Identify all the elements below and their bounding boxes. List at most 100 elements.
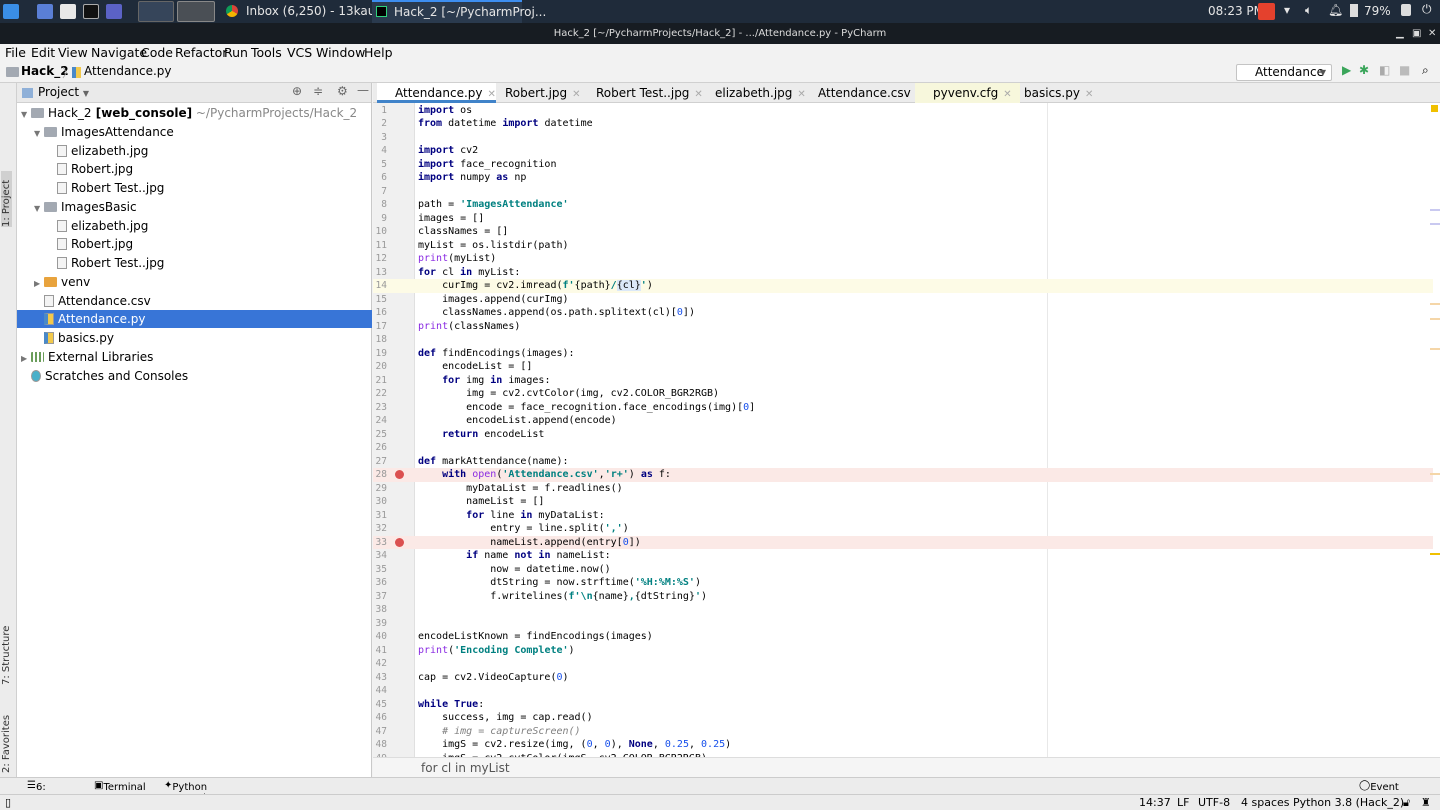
code-line[interactable]: 26 — [373, 441, 1433, 455]
code-line[interactable]: 43 cap = cv2.VideoCapture(0) — [373, 671, 1433, 685]
line-number[interactable]: 43 — [373, 671, 387, 685]
code-line[interactable]: 29 myDataList = f.readlines() — [373, 482, 1433, 496]
collapse-arrow-icon[interactable]: ▼ — [34, 125, 44, 143]
tree-item-robert-jpg[interactable]: Robert.jpg — [17, 235, 372, 253]
code-line[interactable]: 13 for cl in myList: — [373, 266, 1433, 280]
tree-item-robert-jpg[interactable]: Robert.jpg — [17, 160, 372, 178]
tool-tab-structure[interactable]: 7: Structure — [1, 623, 12, 685]
code-line[interactable]: 24 encodeList.append(encode) — [373, 414, 1433, 428]
kali-menu-icon[interactable] — [3, 4, 19, 19]
search-everywhere-icon[interactable]: ⌕ — [1422, 63, 1429, 78]
menu-code[interactable]: Code — [141, 45, 173, 60]
code-line[interactable]: 44 — [373, 684, 1433, 698]
python-interpreter[interactable]: Python 3.8 (Hack_2) — [1293, 796, 1404, 809]
tree-item-imagesattendance[interactable]: ▼ ImagesAttendance — [17, 123, 372, 141]
line-number[interactable]: 1 — [373, 104, 387, 118]
code-line[interactable]: 10 classNames = [] — [373, 225, 1433, 239]
menu-tools[interactable]: Tools — [251, 45, 282, 60]
line-number[interactable]: 18 — [373, 333, 387, 347]
collapse-arrow-icon[interactable]: ▼ — [34, 200, 44, 218]
minimize-button[interactable]: ▁ — [1396, 23, 1404, 44]
battery-icon[interactable] — [1350, 4, 1358, 17]
line-number[interactable]: 7 — [373, 185, 387, 199]
line-number[interactable]: 26 — [373, 441, 387, 455]
workspace-1[interactable] — [138, 1, 174, 22]
tree-item-elizabeth-jpg[interactable]: elizabeth.jpg — [17, 217, 372, 235]
error-stripe-mark[interactable] — [1430, 209, 1440, 211]
menu-file[interactable]: File — [5, 45, 26, 60]
read-only-lock-icon[interactable]: 🔓︎ — [1403, 796, 1410, 810]
line-number[interactable]: 28 — [373, 468, 387, 482]
editor-breadcrumb[interactable]: for cl in myList — [373, 757, 1440, 777]
tab-elizabeth-jpg[interactable]: elizabeth.jpg ✕ — [697, 83, 806, 103]
indent-setting[interactable]: 4 spaces — [1241, 796, 1290, 809]
expand-arrow-icon[interactable]: ▶ — [21, 350, 31, 368]
code-line[interactable]: 5 import face_recognition — [373, 158, 1433, 172]
inspection-status-icon[interactable] — [1431, 105, 1438, 112]
menu-view[interactable]: View — [58, 45, 88, 60]
file-encoding[interactable]: UTF-8 — [1198, 796, 1230, 809]
code-line[interactable]: 23 encode = face_recognition.face_encodi… — [373, 401, 1433, 415]
expand-arrow-icon[interactable]: ▶ — [34, 275, 44, 293]
code-line[interactable]: 31 for line in myDataList: — [373, 509, 1433, 523]
code-line[interactable]: 40 encodeListKnown = findEncodings(images… — [373, 630, 1433, 644]
show-desktop-icon[interactable] — [37, 4, 53, 19]
error-stripe-mark[interactable] — [1430, 473, 1440, 475]
code-line[interactable]: 25 return encodeList — [373, 428, 1433, 442]
event-log-button[interactable]: ◯ Event Log — [1359, 780, 1399, 804]
lock-icon[interactable] — [1401, 4, 1411, 16]
tree-item-venv[interactable]: ▶ venv — [17, 273, 372, 291]
line-number[interactable]: 30 — [373, 495, 387, 509]
line-number[interactable]: 2 — [373, 117, 387, 131]
line-number[interactable]: 34 — [373, 549, 387, 563]
line-number[interactable]: 4 — [373, 144, 387, 158]
error-stripe-mark[interactable] — [1430, 223, 1440, 225]
line-number[interactable]: 46 — [373, 711, 387, 725]
stop-button[interactable]: ■ — [1399, 63, 1410, 77]
coverage-button[interactable]: ◧ — [1379, 63, 1390, 77]
code-line[interactable]: 18 — [373, 333, 1433, 347]
code-line[interactable]: 15 images.append(curImg) — [373, 293, 1433, 307]
error-stripe-mark[interactable] — [1430, 348, 1440, 350]
tree-item-robert-test-jpg[interactable]: Robert Test..jpg — [17, 254, 372, 272]
code-line[interactable]: 8 path = 'ImagesAttendance' — [373, 198, 1433, 212]
volume-icon[interactable]: 🔈︎ — [1305, 3, 1312, 18]
line-number[interactable]: 14 — [373, 279, 387, 293]
line-number[interactable]: 13 — [373, 266, 387, 280]
hide-panel-icon[interactable]: — — [357, 83, 369, 97]
tab-basics-py[interactable]: basics.py ✕ — [1006, 83, 1093, 103]
code-line[interactable]: 47 # img = captureScreen() — [373, 725, 1433, 739]
tree-item-scratches-and-consoles[interactable]: Scratches and Consoles — [17, 367, 372, 385]
tree-item-attendance-py[interactable]: Attendance.py — [17, 310, 372, 329]
tab-pyvenv-cfg[interactable]: pyvenv.cfg ✕ — [915, 83, 1020, 103]
clock[interactable]: 08:23 PM — [1208, 4, 1264, 18]
line-number[interactable]: 48 — [373, 738, 387, 752]
code-line[interactable]: 45 while True: — [373, 698, 1433, 712]
line-number[interactable]: 25 — [373, 428, 387, 442]
taskbar-window-pycharm[interactable]: Hack_2 [~/PycharmProj... — [372, 0, 546, 23]
error-stripe-mark[interactable] — [1430, 303, 1440, 305]
workspace-2[interactable] — [177, 1, 215, 22]
line-number[interactable]: 12 — [373, 252, 387, 266]
line-number[interactable]: 47 — [373, 725, 387, 739]
line-number[interactable]: 27 — [373, 455, 387, 469]
code-line[interactable]: 2 from datetime import datetime — [373, 117, 1433, 131]
code-line[interactable]: 22 img = cv2.cvtColor(img, cv2.COLOR_BGR… — [373, 387, 1433, 401]
code-line[interactable]: 11 myList = os.listdir(path) — [373, 239, 1433, 253]
tree-item-attendance-csv[interactable]: Attendance.csv — [17, 292, 372, 310]
line-number[interactable]: 40 — [373, 630, 387, 644]
code-line[interactable]: 16 classNames.append(os.path.splitext(cl… — [373, 306, 1433, 320]
code-area[interactable]: 1 import os 2 from datetime import datetime… — [373, 103, 1440, 757]
error-stripe-mark[interactable] — [1430, 318, 1440, 320]
code-line[interactable]: 12 print(myList) — [373, 252, 1433, 266]
terminal-icon[interactable] — [83, 4, 99, 19]
code-line[interactable]: 37 f.writelines(f'\n{name},{dtString}') — [373, 590, 1433, 604]
line-number[interactable]: 3 — [373, 131, 387, 145]
line-number[interactable]: 22 — [373, 387, 387, 401]
line-number[interactable]: 21 — [373, 374, 387, 388]
maximize-button[interactable]: ▣ — [1412, 23, 1421, 44]
code-line[interactable]: 17 print(classNames) — [373, 320, 1433, 334]
code-line[interactable]: 42 — [373, 657, 1433, 671]
run-button[interactable]: ▶ — [1342, 63, 1351, 77]
menu-help[interactable]: Help — [364, 45, 393, 60]
